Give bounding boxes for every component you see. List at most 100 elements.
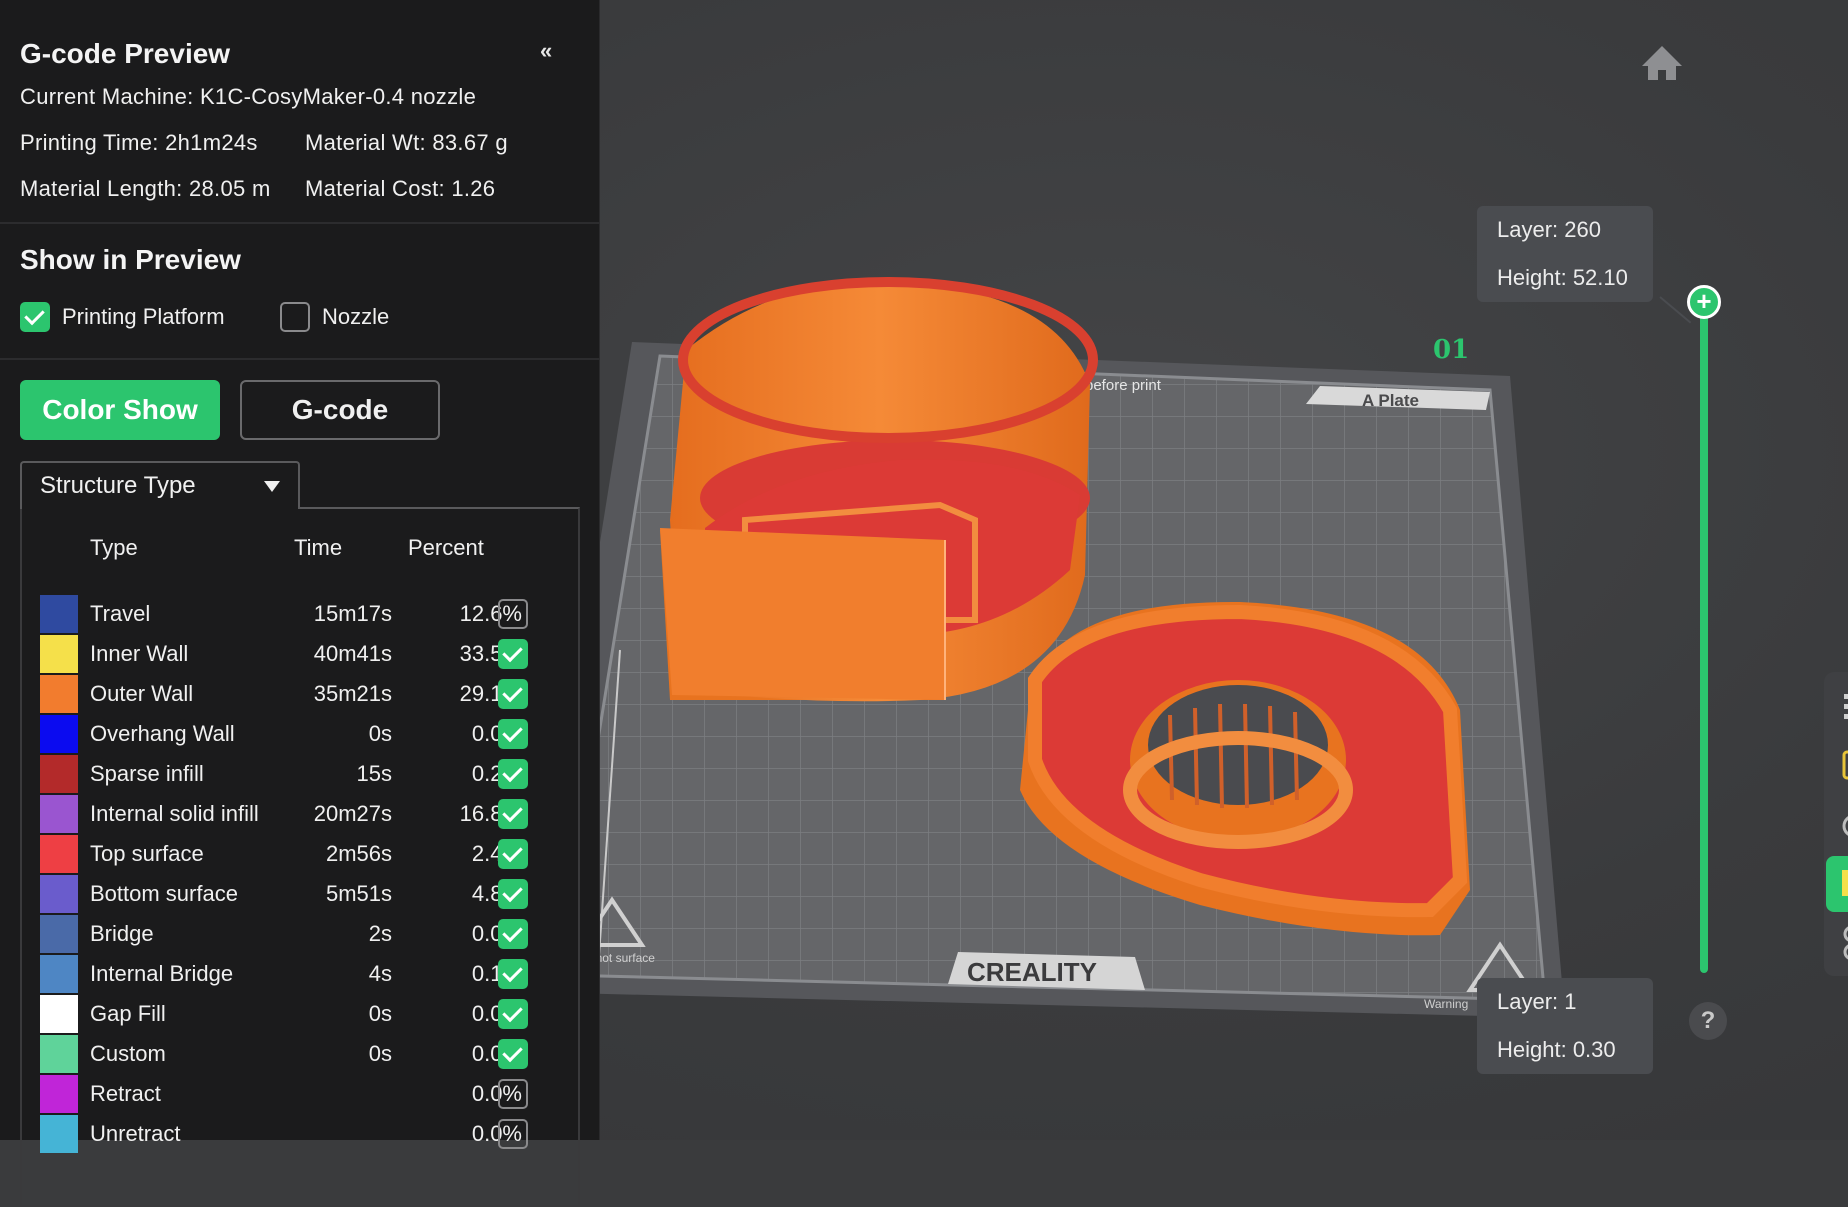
legend-row: Bottom surface 5m51s 4.8%	[40, 875, 560, 915]
support-icon[interactable]	[1830, 922, 1848, 962]
home-view-button[interactable]	[1634, 40, 1690, 88]
nozzle-label: Nozzle	[322, 304, 390, 329]
legend-row: Inner Wall 40m41s 33.5%	[40, 635, 560, 675]
legend-time: 5m51s	[325, 881, 392, 906]
legend-time: 20m27s	[313, 801, 392, 826]
color-swatch	[40, 995, 78, 1033]
plate-name[interactable]: A Plate	[1362, 391, 1419, 410]
gcode-button[interactable]: G-code	[240, 380, 440, 440]
color-swatch	[40, 1035, 78, 1073]
color-show-button[interactable]: Color Show	[20, 380, 220, 440]
legend-visibility-checkbox[interactable]	[498, 1079, 528, 1109]
show-in-preview-title: Show in Preview	[20, 244, 241, 275]
legend-time: 15s	[356, 761, 392, 786]
legend-visibility-checkbox[interactable]	[498, 599, 528, 629]
color-swatch	[40, 795, 78, 833]
legend-row: Overhang Wall 0s 0.0%	[40, 715, 560, 755]
legend-time: 2s	[368, 921, 392, 946]
legend-visibility-checkbox[interactable]	[498, 679, 528, 709]
legend-type: Top surface	[90, 841, 204, 866]
plate-number: 01	[1433, 335, 1469, 365]
color-swatch	[40, 635, 78, 673]
legend-time: 2m56s	[325, 841, 392, 866]
gcode-preview-panel: G-code Preview « Current Machine: K1C-Co…	[0, 0, 600, 1207]
legend-visibility-checkbox[interactable]	[498, 999, 528, 1029]
legend-time: 0s	[368, 1041, 392, 1066]
legend-row: Internal Bridge 4s 0.1%	[40, 955, 560, 995]
legend-type: Travel	[90, 601, 151, 626]
legend-row: Unretract 0.0%	[40, 1115, 560, 1155]
legend-type: Inner Wall	[90, 641, 189, 666]
layer-slider-top-handle[interactable]: +	[1687, 285, 1721, 319]
help-button[interactable]: ?	[1689, 1002, 1727, 1040]
printing-time: Printing Time: 2h1m24s	[20, 130, 258, 155]
legend-row: Sparse infill 15s 0.2%	[40, 755, 560, 795]
color-swatch	[40, 675, 78, 713]
legend-type: Unretract	[90, 1121, 181, 1146]
legend-row: Custom 0s 0.0%	[40, 1035, 560, 1075]
legend-type: Outer Wall	[90, 681, 194, 706]
legend-row: Bridge 2s 0.0%	[40, 915, 560, 955]
right-toolbar	[1824, 672, 1848, 976]
color-swatch	[40, 1115, 78, 1153]
legend-visibility-checkbox[interactable]	[498, 959, 528, 989]
legend-row: Travel 15m17s 12.6%	[40, 595, 560, 635]
checkbox-icon[interactable]	[20, 302, 50, 332]
legend-time: 0s	[368, 1001, 392, 1026]
divider	[0, 358, 600, 360]
layer-bottom-readout: Layer: 1 Height: 0.30	[1477, 978, 1653, 1074]
settings-icon[interactable]	[1830, 806, 1848, 846]
legend-type: Retract	[90, 1081, 161, 1106]
printing-platform-checkbox[interactable]: Printing Platform	[20, 302, 225, 332]
preview-icon[interactable]	[1826, 856, 1848, 912]
layer-top-number: Layer: 260	[1497, 217, 1601, 242]
layer-bottom-height: Height: 0.30	[1497, 1037, 1616, 1062]
legend-type: Internal solid infill	[90, 801, 259, 826]
panel-title: G-code Preview	[20, 38, 231, 69]
object-list-icon[interactable]	[1830, 746, 1848, 786]
plate-note: before print	[1085, 377, 1162, 394]
layer-top-height: Height: 52.10	[1497, 265, 1628, 290]
color-swatch	[40, 1075, 78, 1113]
model-housing[interactable]	[660, 277, 1098, 702]
legend-visibility-checkbox[interactable]	[498, 759, 528, 789]
legend-visibility-checkbox[interactable]	[498, 839, 528, 869]
structure-type-dropdown[interactable]: Structure Type	[20, 461, 300, 509]
legend-visibility-checkbox[interactable]	[498, 879, 528, 909]
legend-visibility-checkbox[interactable]	[498, 799, 528, 829]
header-time: Time	[294, 535, 343, 560]
header-type: Type	[90, 535, 138, 560]
legend-type: Overhang Wall	[90, 721, 235, 746]
legend-row: Top surface 2m56s 2.4%	[40, 835, 560, 875]
caret-down-icon	[264, 481, 280, 492]
legend-visibility-checkbox[interactable]	[498, 639, 528, 669]
color-swatch	[40, 835, 78, 873]
material-weight: Material Wt: 83.67 g	[305, 130, 508, 155]
legend-type: Sparse infill	[90, 761, 204, 786]
legend-visibility-checkbox[interactable]	[498, 719, 528, 749]
legend-type: Internal Bridge	[90, 961, 234, 986]
legend-visibility-checkbox[interactable]	[498, 1039, 528, 1069]
layer-top-readout: Layer: 260 Height: 52.10	[1477, 206, 1653, 302]
legend-row: Retract 0.0%	[40, 1075, 560, 1115]
layer-slider-track[interactable]	[1700, 303, 1708, 973]
legend-visibility-checkbox[interactable]	[498, 1119, 528, 1149]
legend-time: 35m21s	[313, 681, 392, 706]
legend-type: Gap Fill	[90, 1001, 166, 1026]
nozzle-checkbox[interactable]: Nozzle	[280, 302, 389, 332]
legend-row: Outer Wall 35m21s 29.1%	[40, 675, 560, 715]
material-cost: Material Cost: 1.26	[305, 176, 496, 201]
legend-visibility-checkbox[interactable]	[498, 919, 528, 949]
legend-row: Gap Fill 0s 0.0%	[40, 995, 560, 1035]
material-length: Material Length: 28.05 m	[20, 176, 271, 201]
current-machine: Current Machine: K1C-CosyMaker-0.4 nozzl…	[20, 84, 477, 109]
legend-time: 40m41s	[313, 641, 392, 666]
legend-time: 0s	[368, 721, 392, 746]
checkbox-icon[interactable]	[280, 302, 310, 332]
legend-time: 15m17s	[313, 601, 392, 626]
list-icon[interactable]	[1830, 688, 1848, 728]
collapse-panel-button[interactable]: «	[540, 38, 552, 64]
legend-type: Bridge	[90, 921, 154, 946]
layer-bottom-number: Layer: 1	[1497, 989, 1577, 1014]
header-percent: Percent	[408, 535, 484, 560]
